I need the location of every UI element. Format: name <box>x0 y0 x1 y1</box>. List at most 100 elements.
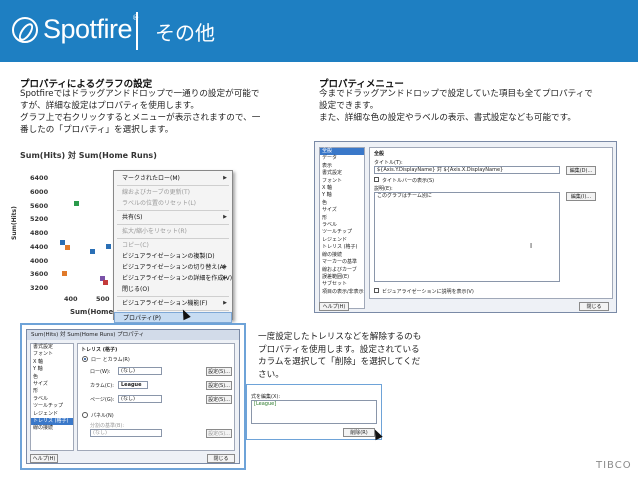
scatter-point[interactable] <box>90 248 96 254</box>
menu-item[interactable]: コピー(C) <box>114 240 232 251</box>
tree-item[interactable]: フォント <box>320 178 364 185</box>
menu-item[interactable]: 閉じる(O) <box>114 284 232 295</box>
right-line-3: また、詳細な色の設定やラベルの表示、書式設定なども可能です。 <box>319 113 576 123</box>
left-section-body: Spotfireではドラッグアンドドロップで一通りの設定が可能で すが、詳細な設… <box>20 88 310 136</box>
y-tick-label: 6400 <box>30 174 49 182</box>
scatter-point[interactable] <box>74 200 80 206</box>
menu-item[interactable]: ビジュアライゼーションの複製(D) <box>114 251 232 262</box>
expression-field[interactable]: [League] <box>251 400 377 424</box>
tree-item[interactable]: サイズ <box>320 207 364 214</box>
br-line-4: さい。 <box>258 369 284 380</box>
submenu-arrow-icon: ▶ <box>223 275 227 281</box>
scatter-point[interactable] <box>103 279 109 285</box>
split-select[interactable]: (なし) <box>90 429 162 437</box>
show-description-checkbox[interactable] <box>374 288 379 293</box>
trellis-help-button[interactable]: ヘルプ(H) <box>30 454 58 463</box>
menu-item-label: ビジュアライゼーションの切り替え(A) <box>122 264 227 271</box>
panels-radio[interactable] <box>82 412 88 418</box>
right-section-body: 今までドラッグアンドドロップで設定していた項目も全てプロパティで 設定できます。… <box>319 88 629 124</box>
column-select[interactable]: League <box>118 381 148 389</box>
delete-dialog-snippet: 式を編集(X): [League] 削除(R) <box>246 384 383 441</box>
menu-item[interactable]: 線およびカーブの更新(T) <box>114 187 232 198</box>
tree-item[interactable]: 書式設定 <box>320 170 364 177</box>
panels-label: パネル(N) <box>91 413 114 419</box>
text-cursor-icon: I <box>530 242 533 250</box>
tree-item[interactable]: サブセット <box>320 281 364 288</box>
menu-item-label: ラベルの位置のリセット(L) <box>122 200 197 207</box>
page-label: ページ(G): <box>90 397 115 403</box>
tree-item[interactable]: レジェンド <box>31 411 73 418</box>
menu-item[interactable]: ビジュアライゼーション機能(F) ▶ <box>114 298 232 309</box>
left-line-3: グラフ上で右クリックするとメニューが表示されますので、一 <box>20 113 261 123</box>
scatter-point[interactable] <box>64 245 70 251</box>
trellis-tree: 書式設定 フォント X 軸Y 軸色サイズ形ラベル ツールチップ レジェンド トレリス (格… <box>30 343 74 451</box>
x-tick-label: 500 <box>96 295 110 303</box>
mouse-cursor-icon-2 <box>371 427 383 441</box>
tree-item[interactable]: マーカーの基準 <box>320 259 364 266</box>
page-select[interactable]: (なし) <box>118 395 162 403</box>
scatter-point[interactable] <box>106 244 112 250</box>
submenu-arrow-icon: ▶ <box>223 214 227 220</box>
title-input[interactable]: ${Axis.Y.DisplayName} 対 ${Axis.X.Display… <box>374 166 560 174</box>
close-button[interactable]: 閉じる <box>579 302 609 311</box>
tree-item[interactable]: Y 軸 <box>320 192 364 199</box>
property-dialog: 全般 データ 表示 書式設定 フォント X 軸Y 軸色サイズ形ラベル ツールチップ レジェンド… <box>314 141 617 313</box>
submenu-arrow-icon: ▶ <box>223 264 227 270</box>
chart-y-axis-label: Sum(Hits) <box>11 206 18 240</box>
row-select[interactable]: (なし) <box>118 367 162 375</box>
submenu-arrow-icon: ▶ <box>223 300 227 306</box>
left-line-4: 番したの「プロパティ」を選択します。 <box>20 125 174 135</box>
header-divider <box>136 12 138 50</box>
tree-item[interactable]: フォント <box>31 351 73 358</box>
y-tick-label: 3600 <box>30 270 49 279</box>
tree-item[interactable]: 色 <box>31 374 73 381</box>
menu-item[interactable]: ビジュアライゼーションの詳細を作成(V) ▶ <box>114 273 232 284</box>
row-settings-button[interactable]: 設定(S)... <box>206 367 232 376</box>
description-label: 説明(E): <box>374 186 393 192</box>
menu-item[interactable]: 拡大/縮小をリセット(R) <box>114 226 232 237</box>
scatter-point[interactable] <box>60 239 65 245</box>
right-line-2: 設定できます。 <box>319 101 379 111</box>
tree-item[interactable]: 線の接続 <box>31 425 73 432</box>
menu-item[interactable]: 共有(S) ▶ <box>114 212 232 223</box>
menu-item-label: 線およびカーブの更新(T) <box>122 189 190 196</box>
tree-item[interactable]: ツールチップ <box>320 229 364 236</box>
rows-columns-radio[interactable] <box>82 356 88 362</box>
tree-item[interactable]: トレリス (格子) <box>320 244 364 251</box>
description-textarea[interactable]: このグラフはチーム別に <box>374 192 560 282</box>
tree-item[interactable]: ラベル <box>320 222 364 229</box>
tree-item[interactable]: 形 <box>320 215 364 222</box>
menu-separator <box>117 185 229 186</box>
show-title-checkbox[interactable] <box>374 177 379 182</box>
title-edit-button[interactable]: 編集(D)... <box>566 166 596 175</box>
br-line-1: 一度設定したトレリスなどを解除するのも <box>258 332 422 342</box>
help-button[interactable]: ヘルプ(H) <box>319 302 349 311</box>
scatter-point[interactable] <box>61 270 67 276</box>
menu-item[interactable]: プロパティ(P) <box>114 312 232 323</box>
general-header: 全般 <box>374 151 385 157</box>
tree-item[interactable]: 書式設定 <box>31 344 73 351</box>
context-menu: マークされたロー(M) ▶ 線およびカーブの更新(T) ラベルの位置のリセット(L) 共… <box>113 170 233 323</box>
trellis-dialog-title: Sum(Hits) 対 Sum(Home Runs) プロパティ <box>27 330 239 340</box>
tree-item[interactable]: Y 軸 <box>31 366 73 373</box>
y-tick-label: 5600 <box>30 201 49 210</box>
spotfire-logo: Spotfire ® <box>12 14 139 45</box>
tree-item[interactable]: 線およびカーブ <box>320 267 364 274</box>
menu-item[interactable]: ラベルの位置のリセット(L) <box>114 198 232 209</box>
delete-button[interactable]: 削除(R) <box>343 428 375 437</box>
menu-item[interactable]: ビジュアライゼーションの切り替え(A) ▶ <box>114 262 232 273</box>
column-settings-button[interactable]: 設定(S)... <box>206 381 232 390</box>
tree-item[interactable]: ラベル <box>31 396 73 403</box>
menu-separator <box>117 296 229 297</box>
tree-item[interactable]: 項目の表示/非表示 <box>320 289 364 296</box>
tree-item[interactable]: ツールチップ <box>31 403 73 410</box>
trellis-close-button[interactable]: 閉じる <box>207 454 235 463</box>
spotfire-logo-icon <box>12 16 38 43</box>
tree-item[interactable]: 形 <box>31 388 73 395</box>
description-edit-button[interactable]: 編集(I)... <box>566 192 596 201</box>
tree-item[interactable]: 線の接続 <box>320 252 364 259</box>
split-settings-button[interactable]: 設定(S)... <box>206 429 232 438</box>
page-settings-button[interactable]: 設定(S)... <box>206 395 232 404</box>
tree-item[interactable]: データ <box>320 155 364 162</box>
menu-item[interactable]: マークされたロー(M) ▶ <box>114 173 232 184</box>
